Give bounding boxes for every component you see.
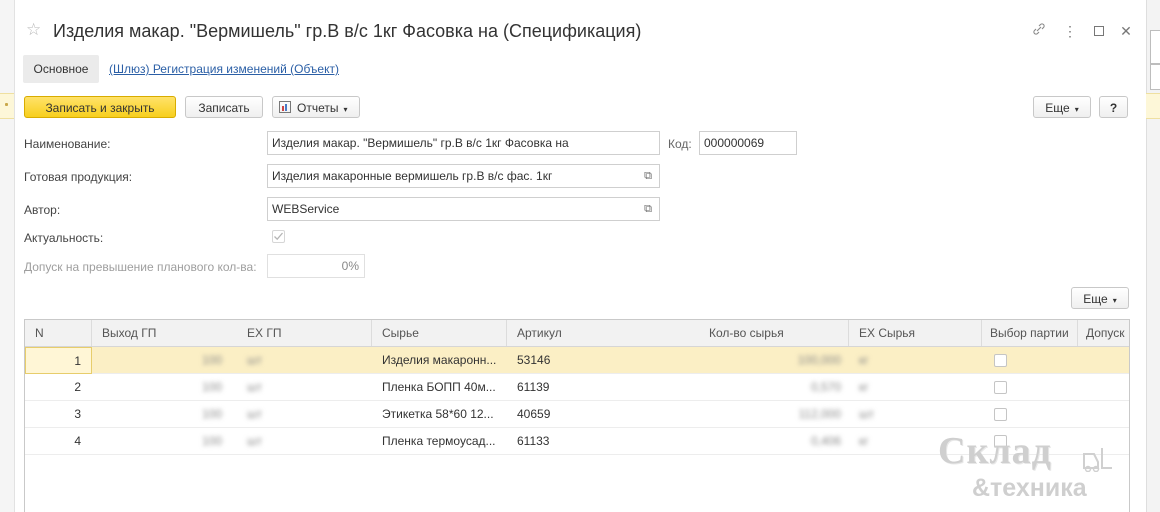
specification-table[interactable]: N Выход ГП ЕХ ГП Сырье Артикул Кол-во сы…: [24, 319, 1130, 512]
table-more-label: Еще: [1083, 292, 1108, 306]
code-label: Код:: [668, 137, 692, 151]
left-notification-strip: [0, 93, 14, 119]
batch-checkbox[interactable]: [994, 408, 1007, 421]
batch-checkbox[interactable]: [994, 381, 1007, 394]
col-header-n[interactable]: N: [25, 320, 92, 346]
material-qty[interactable]: 100,000: [699, 347, 841, 374]
col-header-batch[interactable]: Выбор партии: [982, 320, 1078, 346]
actual-label: Актуальность:: [24, 231, 104, 245]
col-header-tolerance[interactable]: Допуск: [1078, 320, 1129, 346]
output-qty[interactable]: 100: [92, 374, 222, 401]
open-product-icon[interactable]: ⧉: [640, 168, 656, 184]
material-name[interactable]: Пленка БОПП 40м...: [382, 374, 507, 401]
output-unit[interactable]: шт: [247, 428, 307, 455]
name-label: Наименование:: [24, 137, 111, 151]
material-unit[interactable]: шт: [859, 401, 919, 428]
material-name[interactable]: Пленка термоусад...: [382, 428, 507, 455]
more-label: Еще: [1045, 101, 1070, 115]
article[interactable]: 40659: [517, 401, 637, 428]
col-header-unit[interactable]: ЕХ ГП: [237, 320, 372, 346]
window-title: Изделия макар. "Вермишель" гр.В в/с 1кг …: [53, 21, 642, 41]
output-qty[interactable]: 100: [92, 401, 222, 428]
help-button[interactable]: ?: [1099, 96, 1128, 118]
author-field[interactable]: WEBService: [267, 197, 660, 221]
row-number[interactable]: 2: [25, 374, 92, 401]
chevron-down-icon: ▾: [343, 105, 348, 114]
material-unit[interactable]: кг: [859, 374, 919, 401]
material-qty[interactable]: 0,570: [699, 374, 841, 401]
row-number[interactable]: 4: [25, 428, 92, 455]
col-header-qty[interactable]: Кол-во сырья: [699, 320, 849, 346]
left-side-panel: [0, 0, 15, 512]
chevron-down-icon: ▾: [1074, 105, 1079, 114]
chevron-down-icon: ▾: [1112, 296, 1117, 305]
output-unit[interactable]: шт: [247, 347, 307, 374]
right-notification-strip: [1146, 93, 1160, 119]
output-qty[interactable]: 100: [92, 428, 222, 455]
tolerance-field[interactable]: 0%: [267, 254, 365, 278]
row-number[interactable]: 3: [25, 401, 92, 428]
material-name[interactable]: Изделия макаронн...: [382, 347, 507, 374]
table-more-button[interactable]: Еще ▾: [1071, 287, 1129, 309]
material-qty[interactable]: 0,406: [699, 428, 841, 455]
col-header-article[interactable]: Артикул: [507, 320, 699, 346]
actual-checkbox[interactable]: [272, 230, 285, 243]
close-icon[interactable]: ✕: [1117, 22, 1135, 40]
article[interactable]: 53146: [517, 347, 637, 374]
save-button[interactable]: Записать: [185, 96, 263, 118]
tab-change-registration-link[interactable]: (Шлюз) Регистрация изменений (Объект): [109, 62, 339, 76]
output-qty[interactable]: 100: [92, 347, 222, 374]
maximize-icon[interactable]: [1090, 22, 1108, 40]
watermark-line1: Склад: [938, 430, 1052, 472]
strip-marker-icon: [5, 103, 8, 106]
product-field[interactable]: Изделия макаронные вермишель гр.В в/с фа…: [267, 164, 660, 188]
check-icon: [274, 232, 283, 241]
col-header-output[interactable]: Выход ГП: [92, 320, 237, 346]
more-options-icon[interactable]: ⋮: [1061, 22, 1079, 40]
author-label: Автор:: [24, 203, 61, 217]
output-unit[interactable]: шт: [247, 401, 307, 428]
col-header-material-unit[interactable]: ЕХ Сырья: [849, 320, 982, 346]
tab-main[interactable]: Основное: [23, 55, 99, 83]
more-button[interactable]: Еще ▾: [1033, 96, 1091, 118]
author-value: WEBService: [272, 202, 340, 216]
batch-checkbox[interactable]: [994, 354, 1007, 367]
watermark-line2: &техника: [972, 474, 1087, 502]
material-unit[interactable]: кг: [859, 347, 919, 374]
side-panel-button-2[interactable]: [1150, 64, 1160, 90]
col-header-material[interactable]: Сырье: [372, 320, 507, 346]
reports-button[interactable]: Отчеты ▾: [272, 96, 360, 118]
article[interactable]: 61139: [517, 374, 637, 401]
favorite-star-icon[interactable]: ☆: [26, 21, 42, 38]
table-row[interactable]: 2 100 шт Пленка БОПП 40м... 61139 0,570 …: [25, 374, 1129, 401]
reports-icon: [279, 101, 291, 113]
name-field[interactable]: Изделия макар. "Вермишель" гр.В в/с 1кг …: [267, 131, 660, 155]
link-icon[interactable]: [1030, 22, 1048, 40]
save-and-close-button[interactable]: Записать и закрыть: [24, 96, 176, 118]
material-unit[interactable]: кг: [859, 428, 919, 455]
table-header: N Выход ГП ЕХ ГП Сырье Артикул Кол-во сы…: [25, 320, 1129, 347]
product-value: Изделия макаронные вермишель гр.В в/с фа…: [272, 169, 553, 183]
tolerance-label: Допуск на превышение планового кол-ва:: [24, 260, 257, 274]
side-panel-button[interactable]: [1150, 30, 1160, 64]
material-qty[interactable]: 112,000: [699, 401, 842, 428]
material-name[interactable]: Этикетка 58*60 12...: [382, 401, 507, 428]
reports-label: Отчеты: [297, 101, 339, 115]
article[interactable]: 61133: [517, 428, 637, 455]
output-unit[interactable]: шт: [247, 374, 307, 401]
table-row[interactable]: 3 100 шт Этикетка 58*60 12... 40659 112,…: [25, 401, 1129, 428]
open-author-icon[interactable]: ⧉: [640, 201, 656, 217]
product-label: Готовая продукция:: [24, 170, 133, 184]
code-field[interactable]: 000000069: [699, 131, 797, 155]
forklift-icon: [1080, 446, 1114, 473]
row-number[interactable]: 1: [25, 347, 92, 374]
table-row[interactable]: 1 100 шт Изделия макаронн... 53146 100,0…: [25, 347, 1129, 374]
